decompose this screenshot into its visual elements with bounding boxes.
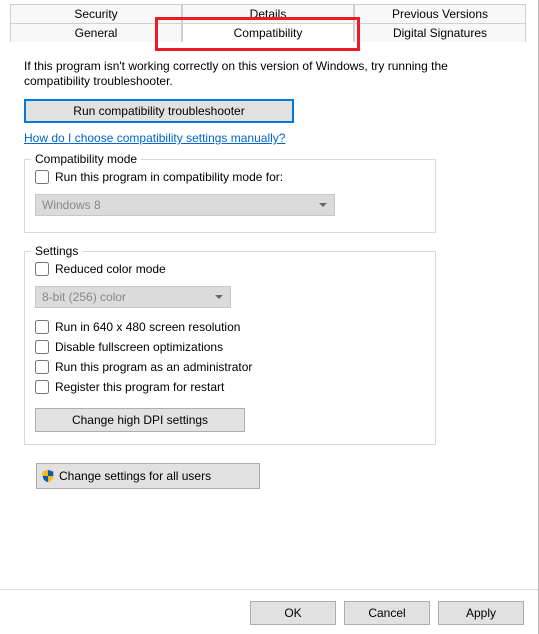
register-restart-checkbox[interactable] bbox=[35, 380, 49, 394]
manual-settings-link[interactable]: How do I choose compatibility settings m… bbox=[24, 131, 285, 145]
settings-group: Settings Reduced color mode 8-bit (256) … bbox=[24, 251, 436, 445]
tab-digital-signatures[interactable]: Digital Signatures bbox=[354, 23, 526, 42]
reduced-color-label: Reduced color mode bbox=[55, 262, 166, 276]
change-dpi-button[interactable]: Change high DPI settings bbox=[35, 408, 245, 432]
cancel-button[interactable]: Cancel bbox=[344, 601, 430, 625]
ok-button[interactable]: OK bbox=[250, 601, 336, 625]
run-admin-label: Run this program as an administrator bbox=[55, 360, 252, 374]
settings-title: Settings bbox=[31, 244, 82, 258]
register-restart-label: Register this program for restart bbox=[55, 380, 224, 394]
reduced-color-checkbox[interactable] bbox=[35, 262, 49, 276]
apply-button[interactable]: Apply bbox=[438, 601, 524, 625]
tab-details[interactable]: Details bbox=[182, 4, 354, 23]
run-640-label: Run in 640 x 480 screen resolution bbox=[55, 320, 240, 334]
run-troubleshooter-button[interactable]: Run compatibility troubleshooter bbox=[24, 99, 294, 123]
separator bbox=[0, 589, 538, 590]
compat-mode-select[interactable]: Windows 8 bbox=[35, 194, 335, 216]
disable-fullscreen-checkbox[interactable] bbox=[35, 340, 49, 354]
run-admin-checkbox[interactable] bbox=[35, 360, 49, 374]
compat-mode-checkbox[interactable] bbox=[35, 170, 49, 184]
tab-general[interactable]: General bbox=[10, 23, 182, 42]
intro-text: If this program isn't working correctly … bbox=[24, 59, 514, 89]
disable-fullscreen-label: Disable fullscreen optimizations bbox=[55, 340, 223, 354]
change-all-users-label: Change settings for all users bbox=[59, 469, 211, 483]
compat-mode-group: Compatibility mode Run this program in c… bbox=[24, 159, 436, 233]
compat-mode-label: Run this program in compatibility mode f… bbox=[55, 170, 283, 184]
tab-security[interactable]: Security bbox=[10, 4, 182, 23]
tab-compatibility[interactable]: Compatibility bbox=[182, 23, 354, 42]
compat-mode-title: Compatibility mode bbox=[31, 152, 141, 166]
shield-icon bbox=[41, 469, 55, 483]
run-640-checkbox[interactable] bbox=[35, 320, 49, 334]
change-all-users-button[interactable]: Change settings for all users bbox=[36, 463, 260, 489]
tab-previous-versions[interactable]: Previous Versions bbox=[354, 4, 526, 23]
color-mode-select[interactable]: 8-bit (256) color bbox=[35, 286, 231, 308]
